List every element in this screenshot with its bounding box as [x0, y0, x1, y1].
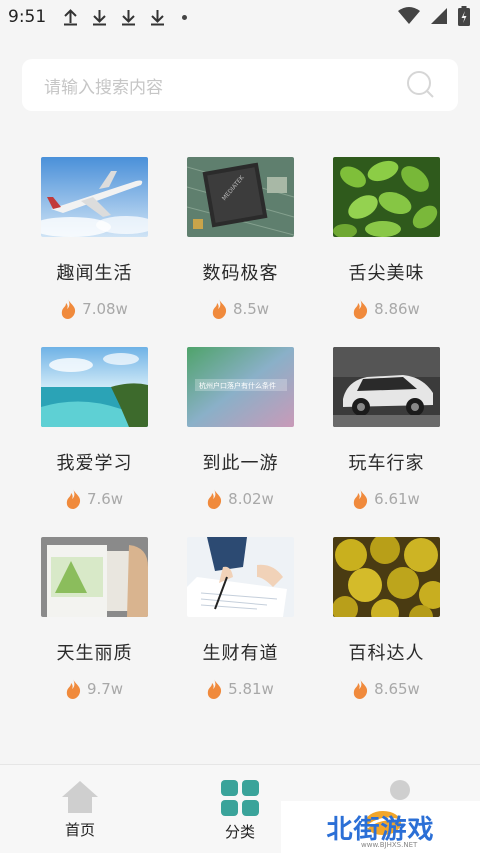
heat-indicator: 5.81w [187, 679, 294, 699]
fire-icon [353, 489, 368, 509]
battery-icon [458, 6, 470, 26]
category-title: 趣闻生活 [56, 263, 133, 284]
search-placeholder: 请输入搜索内容 [44, 77, 163, 98]
home-icon [62, 781, 98, 813]
more-notifications-dot [182, 14, 188, 20]
tab-label: 首页 [64, 821, 95, 839]
category-grid-icon [221, 780, 259, 816]
heat-indicator: 7.08w [41, 299, 148, 319]
category-item-natural-beauty[interactable]: 天生丽质 9.7w [41, 537, 148, 699]
heat-indicator: 6.61w [333, 489, 440, 509]
heat-value: 8.5w [232, 300, 270, 318]
heat-value: 5.81w [228, 680, 274, 698]
category-item-fun-life[interactable]: 趣闻生活 7.08w [41, 157, 148, 319]
category-item-make-money[interactable]: 生财有道 5.81w [187, 537, 294, 699]
heat-indicator: 9.7w [41, 679, 148, 699]
thumb-signing [187, 537, 294, 617]
category-item-encyclopedia[interactable]: 百科达人 8.65w [333, 537, 440, 699]
download-icon [151, 10, 165, 26]
category-title: 百科达人 [348, 643, 425, 664]
download-icon [122, 10, 136, 26]
thumb-gradient-text: 杭州户口落户有什么条件 [187, 347, 294, 427]
search-icon[interactable] [406, 70, 436, 100]
heat-value: 9.7w [86, 680, 124, 698]
wifi-icon [398, 7, 420, 24]
category-title: 舌尖美味 [348, 263, 425, 284]
heat-value: 6.61w [374, 490, 420, 508]
heat-value: 8.65w [374, 680, 420, 698]
heat-indicator: 8.86w [333, 299, 440, 319]
fire-icon [66, 679, 81, 699]
heat-indicator: 7.6w [41, 489, 148, 509]
download-icon [64, 9, 78, 26]
heat-indicator: 8.02w [187, 489, 294, 509]
category-item-car-expert[interactable]: 玩车行家 6.61w [333, 347, 440, 509]
status-time: 9:51 [8, 7, 47, 27]
category-title: 生财有道 [202, 643, 279, 664]
tab-label: 分类 [224, 823, 255, 841]
category-item-travel[interactable]: 杭州户口落户有什么条件 到此一游 8.02w [187, 347, 294, 509]
fire-icon [66, 489, 81, 509]
fire-icon [207, 679, 222, 699]
thumb-durian [333, 537, 440, 617]
heat-value: 8.02w [228, 490, 274, 508]
fire-icon [61, 299, 76, 319]
category-title: 玩车行家 [348, 453, 425, 474]
status-bar: 9:51 [0, 0, 480, 34]
thumb-product-box [41, 537, 148, 617]
thumb-chip: MEDIATEK [187, 157, 294, 237]
thumb-edamame [333, 157, 440, 237]
heat-value: 8.86w [374, 300, 420, 318]
category-title: 天生丽质 [56, 643, 133, 664]
signal-icon [431, 8, 447, 24]
fire-icon [353, 679, 368, 699]
download-icon [93, 10, 107, 26]
category-title: 数码极客 [202, 263, 279, 284]
thumb-caption: 杭州户口落户有什么条件 [199, 381, 276, 390]
thumb-car [333, 347, 440, 427]
fire-icon [207, 489, 222, 509]
heat-indicator: 8.65w [333, 679, 440, 699]
watermark-logo: 北街游戏 www.BJHXS.NET [281, 801, 480, 853]
category-item-digital-geek[interactable]: MEDIATEK 数码极客 8.5w [187, 157, 294, 319]
category-title: 我爱学习 [56, 453, 133, 474]
fire-icon [353, 299, 368, 319]
heat-value: 7.6w [86, 490, 124, 508]
fire-icon [212, 299, 227, 319]
thumb-beach [41, 347, 148, 427]
heat-indicator: 8.5w [187, 299, 294, 319]
heat-value: 7.08w [82, 300, 128, 318]
category-title: 到此一游 [202, 453, 279, 474]
tab-category[interactable]: 分类 [200, 779, 280, 842]
search-input[interactable]: 请输入搜索内容 [22, 59, 458, 111]
tab-home[interactable]: 首页 [40, 779, 120, 840]
category-item-love-learning[interactable]: 我爱学习 7.6w [41, 347, 148, 509]
watermark-brand: 北街游戏 [326, 814, 435, 845]
category-item-tasty-food[interactable]: 舌尖美味 8.86w [333, 157, 440, 319]
notification-icons [62, 8, 188, 26]
thumb-airplane [41, 157, 148, 237]
watermark-site: www.BJHXS.NET [361, 841, 418, 849]
